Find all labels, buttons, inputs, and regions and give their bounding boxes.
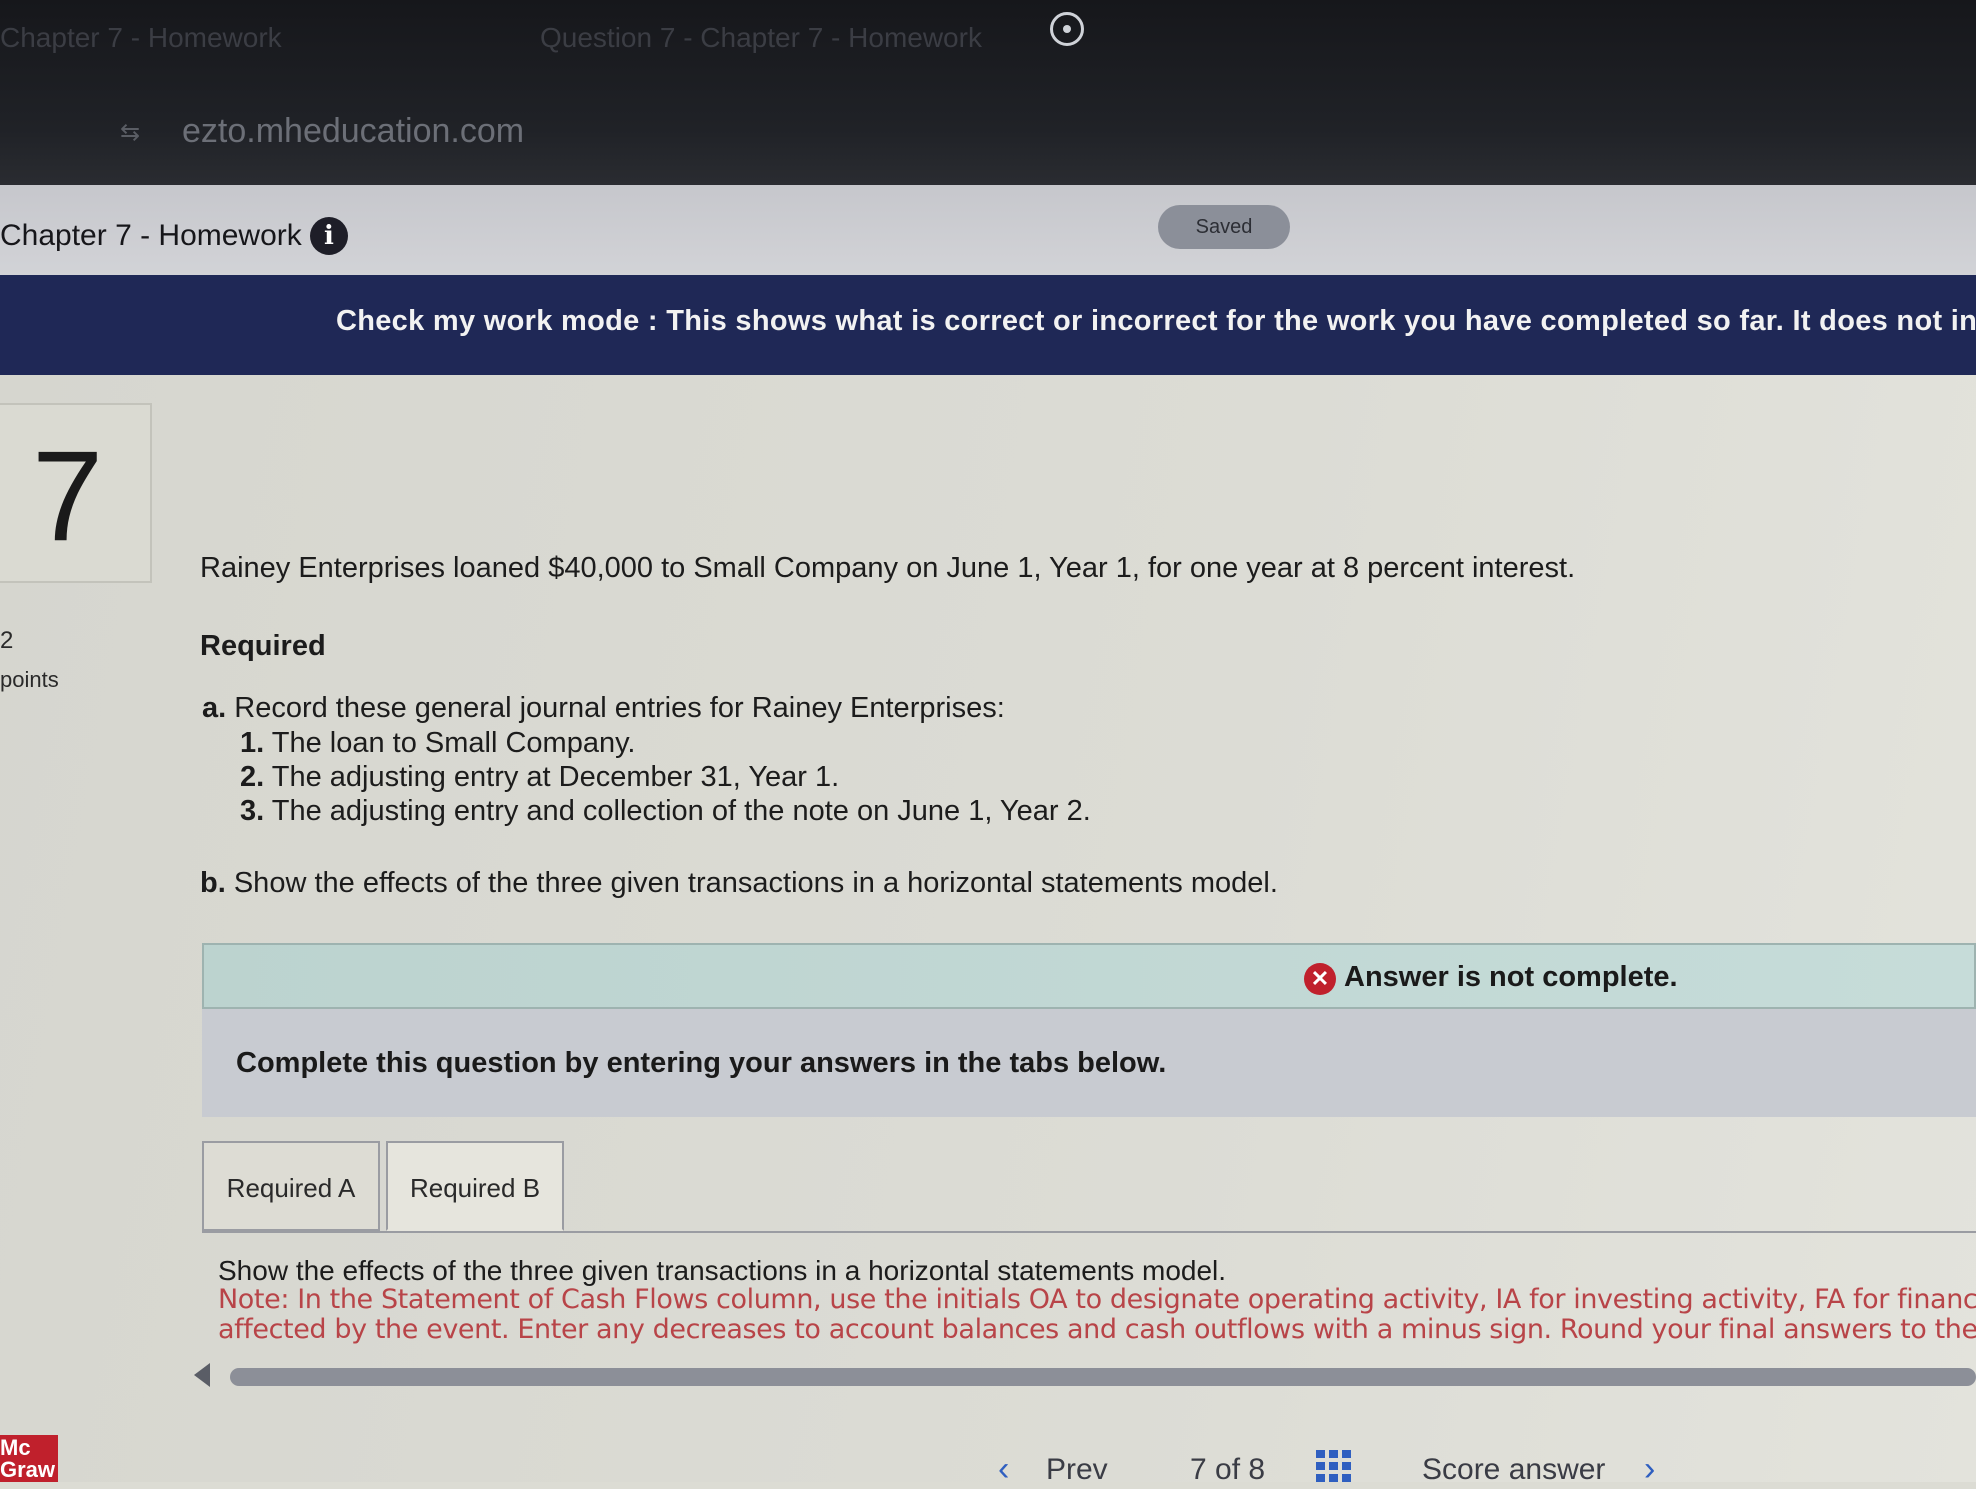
- banner-text: Check my work mode : This shows what is …: [336, 305, 1976, 337]
- required-heading: Required: [200, 630, 326, 662]
- assignment-header: Chapter 7 - Homework i Saved: [0, 185, 1976, 275]
- question-grid-icon[interactable]: [1316, 1450, 1352, 1482]
- scroll-left-arrow-icon[interactable]: [194, 1363, 210, 1387]
- mcgraw-hill-logo: Mc Graw: [0, 1435, 58, 1482]
- extension-icon[interactable]: [1050, 12, 1084, 46]
- points-value: 2: [0, 627, 14, 654]
- info-icon[interactable]: i: [310, 217, 348, 255]
- check-my-work-banner: Check my work mode : This shows what is …: [0, 275, 1976, 375]
- question-number-box: 7: [0, 403, 152, 583]
- chevron-right-icon[interactable]: ›: [1644, 1450, 1655, 1489]
- question-content: 7 2 points Rainey Enterprises loaned $40…: [0, 375, 1976, 1488]
- tab-content-heading: Show the effects of the three given tran…: [218, 1255, 1227, 1286]
- question-prompt: Rainey Enterprises loaned $40,000 to Sma…: [200, 552, 1576, 584]
- required-item-b: b. Show the effects of the three given t…: [200, 867, 1278, 899]
- sub-item-2: 2. The adjusting entry at December 31, Y…: [240, 761, 840, 793]
- error-x-icon: ✕: [1304, 963, 1336, 995]
- chevron-left-icon[interactable]: ‹: [998, 1450, 1009, 1489]
- note-line-2: affected by the event. Enter any decreas…: [218, 1314, 1976, 1345]
- answer-status-text: Answer is not complete.: [1344, 961, 1678, 993]
- answer-status-bar: ✕ Answer is not complete.: [202, 943, 1976, 1009]
- tab-content-note: Note: In the Statement of Cash Flows col…: [218, 1285, 1976, 1345]
- sub-item-1: 1. The loan to Small Company.: [240, 727, 636, 759]
- browser-tab-homework[interactable]: Chapter 7 - Homework: [0, 22, 282, 54]
- points-label: points: [0, 667, 59, 692]
- tab-required-b[interactable]: Required B: [386, 1141, 564, 1231]
- browser-chrome: Chapter 7 - Homework Question 7 - Chapte…: [0, 0, 1976, 185]
- address-bar[interactable]: ezto.mheducation.com: [182, 112, 524, 151]
- horizontal-scrollbar[interactable]: [230, 1368, 1976, 1386]
- note-line-1: Note: In the Statement of Cash Flows col…: [218, 1284, 1976, 1315]
- required-tabs: Required A Required B: [202, 1141, 1976, 1233]
- required-item-a: a. Record these general journal entries …: [202, 692, 1005, 724]
- browser-tab-question[interactable]: Question 7 - Chapter 7 - Homework: [540, 22, 982, 54]
- instructions-box: Complete this question by entering your …: [202, 1009, 1976, 1117]
- sub-item-3: 3. The adjusting entry and collection of…: [240, 795, 1091, 827]
- tab-required-a[interactable]: Required A: [202, 1141, 380, 1231]
- instructions-text: Complete this question by entering your …: [236, 1047, 1167, 1079]
- question-number: 7: [32, 425, 104, 568]
- saved-status-badge: Saved: [1158, 205, 1290, 249]
- site-settings-icon[interactable]: ⇆: [120, 118, 146, 146]
- assignment-title: Chapter 7 - Homework: [0, 219, 302, 252]
